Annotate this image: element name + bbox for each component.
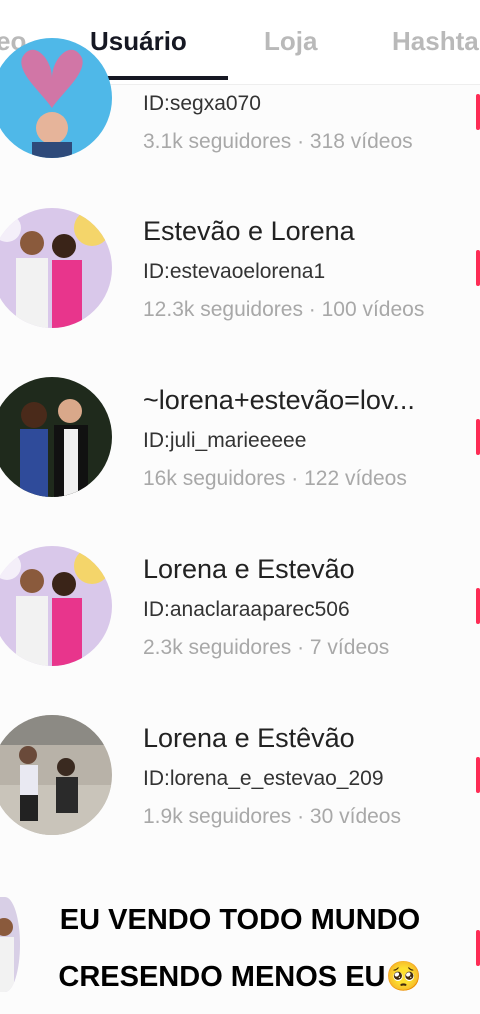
user-stats: 1.9k seguidores · 30 vídeos [143, 805, 401, 828]
user-avatar[interactable] [0, 377, 112, 497]
user-display-name: Lorena e Estevão [143, 554, 355, 584]
follow-button[interactable] [476, 588, 480, 624]
user-avatar[interactable] [0, 897, 20, 992]
tab-users[interactable]: Usuário [90, 26, 187, 57]
user-avatar[interactable] [0, 208, 112, 328]
pleading-face-icon: 🥺 [385, 961, 422, 993]
user-id: ID:anaclaraaparec506 [143, 598, 350, 621]
follow-button[interactable] [476, 930, 480, 966]
meme-caption-text: CRESENDO MENOS EU [58, 961, 386, 993]
user-stats: 12.3k seguidores · 100 vídeos [143, 298, 425, 321]
user-avatar[interactable] [0, 546, 112, 666]
follow-button[interactable] [476, 250, 480, 286]
user-display-name: Lorena e Estêvão [143, 723, 355, 753]
user-id: ID:juli_marieeeee [143, 429, 307, 452]
user-result-row[interactable]: ID:segxa070 3.1k seguidores · 318 vídeos [0, 38, 480, 194]
user-result-row[interactable]: ~lorena+estevão=lov... ID:juli_marieeeee… [0, 369, 480, 538]
user-result-row[interactable]: Lorena e Estevão ID:anaclaraaparec506 2.… [0, 538, 480, 707]
tab-hashtags[interactable]: Hashta [392, 26, 479, 57]
follow-button[interactable] [476, 94, 480, 130]
user-stats: 3.1k seguidores · 318 vídeos [143, 130, 413, 153]
tab-shop[interactable]: Loja [264, 26, 317, 57]
user-id: ID:segxa070 [143, 92, 261, 115]
follow-button[interactable] [476, 419, 480, 455]
user-stats: 16k seguidores · 122 vídeos [143, 467, 407, 490]
user-avatar[interactable] [0, 38, 112, 158]
user-id: ID:lorena_e_estevao_209 [143, 767, 384, 790]
user-avatar[interactable] [0, 715, 112, 835]
meme-caption-line-2: CRESENDO MENOS EU🥺 [20, 960, 460, 994]
user-display-name: Estevão e Lorena [143, 216, 355, 246]
meme-caption-line-1: EU VENDO TODO MUNDO [59, 904, 421, 936]
follow-button[interactable] [476, 757, 480, 793]
user-stats: 2.3k seguidores · 7 vídeos [143, 636, 390, 659]
user-id: ID:estevaoelorena1 [143, 260, 326, 283]
user-result-row[interactable]: Estevão e Lorena ID:estevaoelorena1 12.3… [0, 200, 480, 369]
user-result-row[interactable]: Lorena e Estêvão ID:lorena_e_estevao_209… [0, 707, 480, 876]
user-display-name: ~lorena+estevão=lov... [143, 385, 415, 415]
